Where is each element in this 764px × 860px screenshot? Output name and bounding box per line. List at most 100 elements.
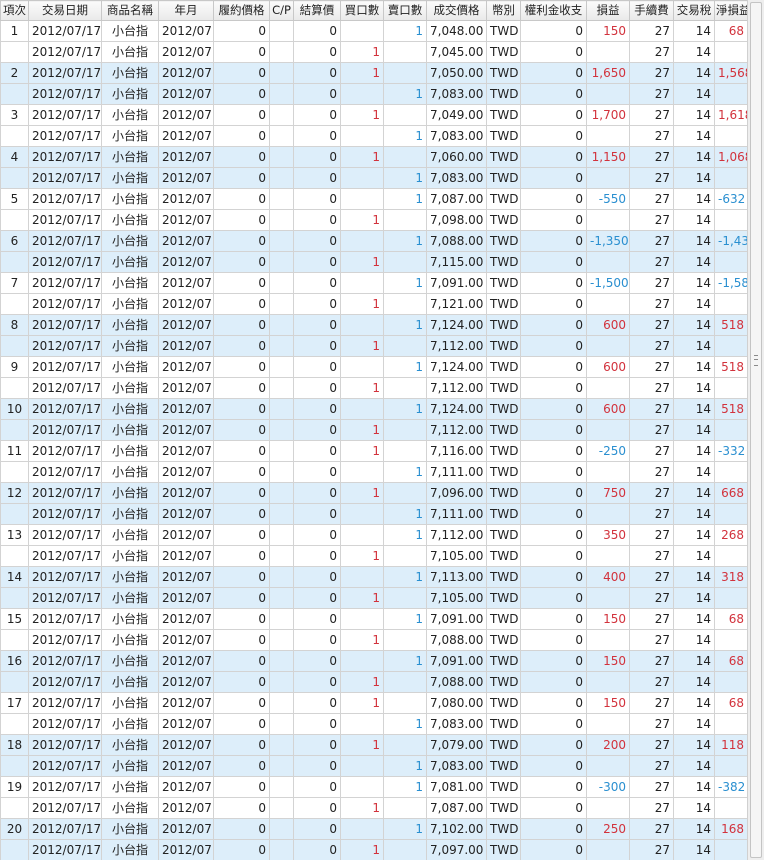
scrollbar-thumb[interactable]	[750, 2, 762, 858]
table-row[interactable]: 14 2012/07/17 小台指 2012/07 0 0 1 7,113.00 TWD 0 400…	[0, 566, 747, 588]
table-row[interactable]: 2012/07/17 小台指 2012/07 0 0 1 7,112.00 TWD 0 27 14	[0, 377, 747, 399]
settle-value: 0	[329, 758, 337, 773]
table-row[interactable]: 2012/07/17 小台指 2012/07 0 0 1 7,088.00 TWD 0 27 14	[0, 671, 747, 693]
sell-value: 1	[415, 464, 423, 479]
table-row[interactable]: 2012/07/17 小台指 2012/07 0 0 1 7,111.00 TWD 0 27 14	[0, 461, 747, 483]
cell-strike: 0	[213, 251, 270, 273]
table-row[interactable]: 3 2012/07/17 小台指 2012/07 0 0 1 7,049.00 TWD 0 1,70…	[0, 104, 747, 126]
cell-cur: TWD	[486, 167, 521, 189]
cell-cur: TWD	[486, 503, 521, 525]
table-row[interactable]: 20 2012/07/17 小台指 2012/07 0 0 1 7,102.00 TWD 0 250…	[0, 818, 747, 840]
cell-sell: 1	[383, 272, 427, 294]
table-row[interactable]: 8 2012/07/17 小台指 2012/07 0 0 1 7,124.00 TWD 0 600 2…	[0, 314, 747, 336]
col-header-sell-qty[interactable]: 賣口數	[383, 0, 427, 21]
table-row[interactable]: 2012/07/17 小台指 2012/07 0 0 1 7,112.00 TWD 0 27 14	[0, 335, 747, 357]
premium-value: 0	[575, 464, 583, 479]
cell-net	[714, 629, 747, 651]
table-row[interactable]: 10 2012/07/17 小台指 2012/07 0 0 1 7,124.00 TWD 0 600…	[0, 398, 747, 420]
col-header-currency[interactable]: 幣別	[486, 0, 521, 21]
table-row[interactable]: 2012/07/17 小台指 2012/07 0 0 1 7,115.00 TWD 0 27 14	[0, 251, 747, 273]
cell-buy: 1	[340, 587, 384, 609]
product-value: 小台指	[111, 632, 148, 647]
price-value: 7,111.00	[430, 506, 484, 521]
table-row[interactable]: 6 2012/07/17 小台指 2012/07 0 0 1 7,088.00 TWD 0 -1,3…	[0, 230, 747, 252]
cell-tax: 14	[673, 230, 715, 252]
table-row[interactable]: 2012/07/17 小台指 2012/07 0 0 1 7,111.00 TWD 0 27 14	[0, 503, 747, 525]
col-header-buy-qty[interactable]: 買口數	[340, 0, 384, 21]
cell-cur: TWD	[486, 629, 521, 651]
table-row[interactable]: 15 2012/07/17 小台指 2012/07 0 0 1 7,091.00 TWD 0 150…	[0, 608, 747, 630]
col-header-fee[interactable]: 手續費	[629, 0, 674, 21]
cell-fee: 27	[629, 755, 674, 777]
col-header-year-month[interactable]: 年月	[158, 0, 214, 21]
table-row[interactable]: 2012/07/17 小台指 2012/07 0 0 1 7,097.00 TWD 0 27 14	[0, 839, 747, 860]
col-header-cp[interactable]: C/P	[269, 0, 294, 21]
table-row[interactable]: 2012/07/17 小台指 2012/07 0 0 1 7,105.00 TWD 0 27 14	[0, 545, 747, 567]
table-row[interactable]: 2012/07/17 小台指 2012/07 0 0 1 7,083.00 TWD 0 27 14	[0, 755, 747, 777]
table-row[interactable]: 2012/07/17 小台指 2012/07 0 0 1 7,087.00 TWD 0 27 14	[0, 797, 747, 819]
table-row[interactable]: 9 2012/07/17 小台指 2012/07 0 0 1 7,124.00 TWD 0 600 2…	[0, 356, 747, 378]
table-row[interactable]: 5 2012/07/17 小台指 2012/07 0 0 1 7,087.00 TWD 0 -550…	[0, 188, 747, 210]
buy-value: 1	[372, 338, 380, 353]
col-header-settle[interactable]: 結算價	[293, 0, 341, 21]
col-header-no[interactable]: 項次	[0, 0, 29, 21]
cell-settle: 0	[293, 62, 341, 84]
table-row[interactable]: 1 2012/07/17 小台指 2012/07 0 0 1 7,048.00 TWD 0 150 2…	[0, 20, 747, 42]
settle-value: 0	[329, 380, 337, 395]
table-row[interactable]: 19 2012/07/17 小台指 2012/07 0 0 1 7,081.00 TWD 0 -30…	[0, 776, 747, 798]
table-row[interactable]: 2012/07/17 小台指 2012/07 0 0 1 7,083.00 TWD 0 27 14	[0, 83, 747, 105]
col-header-date[interactable]: 交易日期	[28, 0, 102, 21]
table-row[interactable]: 12 2012/07/17 小台指 2012/07 0 0 1 7,096.00 TWD 0 750…	[0, 482, 747, 504]
tax-value: 14	[695, 548, 711, 563]
product-value: 小台指	[111, 86, 148, 101]
vertical-scrollbar[interactable]	[747, 0, 764, 860]
premium-value: 0	[575, 128, 583, 143]
product-value: 小台指	[111, 212, 148, 227]
table-row[interactable]: 2012/07/17 小台指 2012/07 0 0 1 7,121.00 TWD 0 27 14	[0, 293, 747, 315]
cell-fee: 27	[629, 650, 674, 672]
table-row[interactable]: 2012/07/17 小台指 2012/07 0 0 1 7,098.00 TWD 0 27 14	[0, 209, 747, 231]
table-row[interactable]: 2012/07/17 小台指 2012/07 0 0 1 7,083.00 TWD 0 27 14	[0, 713, 747, 735]
cur-value: TWD	[490, 443, 519, 458]
table-row[interactable]: 16 2012/07/17 小台指 2012/07 0 0 1 7,091.00 TWD 0 150…	[0, 650, 747, 672]
cell-no: 2	[0, 62, 29, 84]
sell-value: 1	[415, 611, 423, 626]
table-row[interactable]: 2012/07/17 小台指 2012/07 0 0 1 7,083.00 TWD 0 27 14	[0, 125, 747, 147]
cur-value: TWD	[490, 800, 519, 815]
fee-value: 27	[654, 443, 670, 458]
table-row[interactable]: 4 2012/07/17 小台指 2012/07 0 0 1 7,060.00 TWD 0 1,15…	[0, 146, 747, 168]
col-header-premium[interactable]: 權利金收支	[520, 0, 587, 21]
sell-value: 1	[415, 275, 423, 290]
cell-buy	[340, 755, 384, 777]
table-row[interactable]: 2012/07/17 小台指 2012/07 0 0 1 7,045.00 TWD 0 27 14	[0, 41, 747, 63]
cell-ym: 2012/07	[158, 251, 214, 273]
ym-value: 2012/07	[162, 380, 212, 395]
table-row[interactable]: 2012/07/17 小台指 2012/07 0 0 1 7,112.00 TWD 0 27 14	[0, 419, 747, 441]
table-row[interactable]: 7 2012/07/17 小台指 2012/07 0 0 1 7,091.00 TWD 0 -1,5…	[0, 272, 747, 294]
col-header-net-pl[interactable]: 淨損益	[714, 0, 747, 21]
ym-value: 2012/07	[162, 842, 212, 857]
cell-cur: TWD	[486, 461, 521, 483]
table-row[interactable]: 13 2012/07/17 小台指 2012/07 0 0 1 7,112.00 TWD 0 350…	[0, 524, 747, 546]
col-header-tax[interactable]: 交易稅	[673, 0, 715, 21]
fee-value: 27	[654, 842, 670, 857]
table-row[interactable]: 2012/07/17 小台指 2012/07 0 0 1 7,083.00 TWD 0 27 14	[0, 167, 747, 189]
cell-cp	[269, 230, 294, 252]
col-header-strike[interactable]: 履約價格	[213, 0, 270, 21]
col-header-price[interactable]: 成交價格	[426, 0, 487, 21]
cell-cp	[269, 461, 294, 483]
cell-ym: 2012/07	[158, 818, 214, 840]
date-value: 2012/07/17	[32, 653, 102, 668]
cell-tax: 14	[673, 419, 715, 441]
col-header-product[interactable]: 商品名稱	[101, 0, 159, 21]
cell-tax: 14	[673, 587, 715, 609]
table-row[interactable]: 2012/07/17 小台指 2012/07 0 0 1 7,105.00 TWD 0 27 14	[0, 587, 747, 609]
table-row[interactable]: 17 2012/07/17 小台指 2012/07 0 0 1 7,080.00 TWD 0 150…	[0, 692, 747, 714]
col-header-pl[interactable]: 損益	[586, 0, 630, 21]
table-row[interactable]: 2012/07/17 小台指 2012/07 0 0 1 7,088.00 TWD 0 27 14	[0, 629, 747, 651]
table-row[interactable]: 2 2012/07/17 小台指 2012/07 0 0 1 7,050.00 TWD 0 1,65…	[0, 62, 747, 84]
table-row[interactable]: 11 2012/07/17 小台指 2012/07 0 0 1 7,116.00 TWD 0 -25…	[0, 440, 747, 462]
table-row[interactable]: 18 2012/07/17 小台指 2012/07 0 0 1 7,079.00 TWD 0 200…	[0, 734, 747, 756]
tax-value: 14	[695, 653, 711, 668]
cur-value: TWD	[490, 380, 519, 395]
